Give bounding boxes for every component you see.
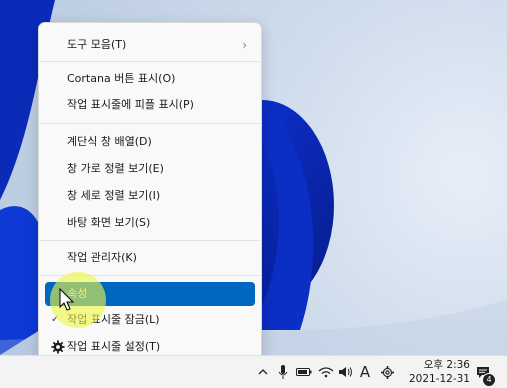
clock[interactable]: 오후 2:36 2021-12-31 [400,358,470,386]
mouse-pointer-icon [59,288,75,311]
menu-separator [40,240,260,241]
chevron-right-icon: › [242,38,247,52]
chevron-up-icon[interactable] [255,356,271,388]
menu-item-label: 도구 모음(T) [67,38,127,51]
menu-item-task-manager[interactable]: 작업 관리자(K) [45,246,255,270]
menu-item-show-people[interactable]: 작업 표시줄에 피플 표시(P) [45,93,255,117]
menu-item-show-cortana[interactable]: Cortana 버튼 표시(O) [45,67,255,91]
menu-item-show-desktop[interactable]: 바탕 화면 보기(S) [45,211,255,235]
menu-item-label: 창 세로 정렬 보기(I) [67,189,161,202]
menu-item-side-by-side[interactable]: 창 세로 정렬 보기(I) [45,184,255,208]
menu-item-label: 계단식 창 배열(D) [67,135,152,148]
speaker-icon[interactable] [338,356,354,388]
menu-item-label: 바탕 화면 보기(S) [67,216,151,229]
clock-date: 2021-12-31 [408,373,470,385]
ime-icon[interactable]: A [358,356,372,388]
menu-separator [40,61,260,62]
menu-item-toolbars[interactable]: 도구 모음(T) › [45,33,255,57]
menu-separator [40,123,260,124]
notification-badge: 4 [482,373,496,387]
menu-item-label: Cortana 버튼 표시(O) [67,72,176,85]
settings-icon[interactable] [379,356,395,388]
menu-item-label: 작업 표시줄에 피플 표시(P) [67,98,194,111]
wifi-icon[interactable] [317,356,335,388]
microphone-icon[interactable] [276,356,290,388]
menu-item-cascade[interactable]: 계단식 창 배열(D) [45,130,255,154]
menu-item-stack[interactable]: 창 가로 정렬 보기(E) [45,157,255,181]
menu-item-label: 작업 관리자(K) [67,251,137,264]
taskbar: A 오후 2:36 2021-12-31 4 [0,355,507,388]
battery-icon[interactable] [296,356,312,388]
gear-icon [51,340,65,354]
clock-time: 오후 2:36 [423,359,470,371]
menu-item-label: 창 가로 정렬 보기(E) [67,162,164,175]
